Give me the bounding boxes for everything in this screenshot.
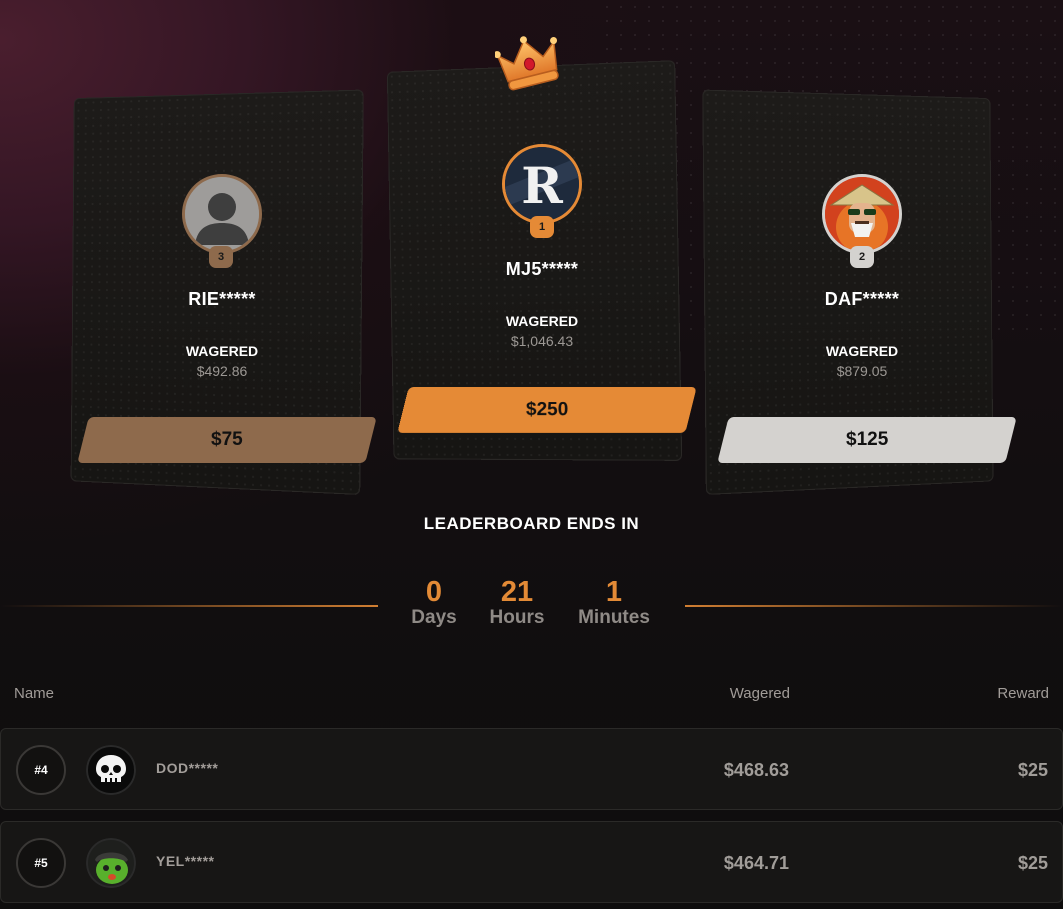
third-prize-banner: $75 [77,417,377,463]
skull-icon [86,745,136,795]
divider-left [0,605,378,607]
first-player-name: MJ5***** [505,259,579,279]
table-row: #4 DOD***** $468.63 $25 [0,728,1063,810]
countdown-minutes-value: 1 [605,576,623,608]
second-prize-banner: $125 [717,417,1017,463]
first-wagered-value: $1,046.43 [510,333,574,349]
countdown-minutes: 1 Minutes [570,576,658,630]
third-rank-badge: 3 [209,246,233,268]
column-header-wagered: Wagered [729,685,790,702]
leaderboard-ends-title: LEADERBOARD ENDS IN [423,514,640,533]
svg-text:R: R [521,156,563,215]
countdown-days-value: 0 [425,576,443,608]
second-place-avatar [822,174,902,254]
second-prize-amount: $125 [845,429,889,450]
second-rank-badge: 2 [850,246,874,268]
column-header-reward: Reward [997,685,1049,702]
first-rank-badge: 1 [530,216,554,238]
countdown-days: 0 Days [404,576,464,630]
third-wagered-label: WAGERED [185,343,259,359]
third-wagered-value: $492.86 [196,363,248,379]
countdown-hours: 21 Hours [482,576,552,630]
row-rank-badge: #5 [16,838,66,888]
divider-right [685,605,1063,607]
third-prize-amount: $75 [211,429,243,450]
first-prize-banner: $250 [397,387,697,433]
first-prize-amount: $250 [525,399,569,420]
second-wagered-label: WAGERED [825,343,899,359]
crown-icon [495,36,559,91]
first-place-avatar: R [502,144,582,224]
letter-r-logo-icon: R [505,147,579,221]
column-header-name: Name [14,685,55,702]
table-row: #5 YEL***** $464.71 $25 [0,821,1063,903]
row-wagered: $468.63 [723,760,789,780]
row-avatar [86,745,136,795]
default-user-icon [185,177,259,251]
countdown-hours-label: Hours [489,607,545,628]
row-reward: $25 [1017,853,1048,873]
third-place-avatar [182,174,262,254]
countdown-hours-value: 21 [500,576,534,608]
row-player-name: DOD***** [156,760,219,776]
samurai-avatar-icon [825,177,899,251]
row-rank-badge: #4 [16,745,66,795]
green-creature-icon [86,838,136,888]
first-wagered-label: WAGERED [505,313,579,329]
countdown-minutes-label: Minutes [578,607,650,628]
row-reward: $25 [1017,760,1048,780]
second-player-name: DAF***** [824,289,900,309]
third-player-name: RIE***** [188,289,256,309]
row-avatar [86,838,136,888]
row-wagered: $464.71 [723,853,789,873]
countdown-days-label: Days [411,607,457,628]
second-wagered-value: $879.05 [836,363,888,379]
row-player-name: YEL***** [156,853,215,869]
